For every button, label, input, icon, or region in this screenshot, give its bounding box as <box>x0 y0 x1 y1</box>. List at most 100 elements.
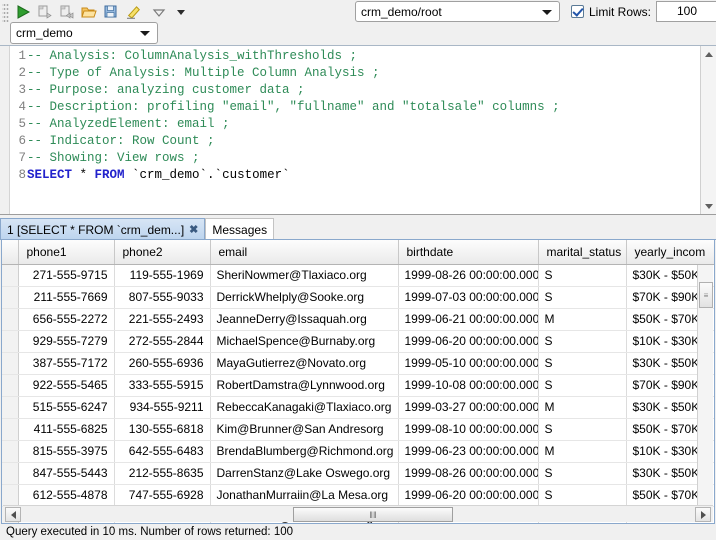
table-cell[interactable]: MayaGutierrez@Novato.org <box>210 352 398 374</box>
sql-editor[interactable]: 1-- Analysis: ColumnAnalysis_withThresho… <box>0 45 716 215</box>
result-grid[interactable]: phone1 phone2 email birthdate marital_st… <box>1 239 715 524</box>
table-row[interactable]: 815-555-3975642-555-6483BrendaBlumberg@R… <box>2 440 715 462</box>
table-cell[interactable]: 642-555-6483 <box>114 440 210 462</box>
table-cell[interactable]: M <box>538 440 626 462</box>
table-row[interactable]: 612-555-4878747-555-6928JonathanMurraiin… <box>2 484 715 506</box>
column-header-email[interactable]: email <box>210 240 398 264</box>
scroll-up-button[interactable] <box>701 46 716 62</box>
table-cell[interactable]: DarrenStanz@Lake Oswego.org <box>210 462 398 484</box>
scroll-right-button[interactable] <box>695 507 711 522</box>
table-cell[interactable]: 656-555-2272 <box>18 308 114 330</box>
column-header-marital-status[interactable]: marital_status <box>538 240 626 264</box>
row-selector-cell[interactable] <box>2 308 18 330</box>
row-selector-cell[interactable] <box>2 484 18 506</box>
editor-vertical-scrollbar[interactable] <box>700 46 716 214</box>
table-cell[interactable]: 515-555-6247 <box>18 396 114 418</box>
table-cell[interactable]: 211-555-7669 <box>18 286 114 308</box>
table-cell[interactable]: 119-555-1969 <box>114 264 210 286</box>
table-cell[interactable]: 333-555-5915 <box>114 374 210 396</box>
table-cell[interactable]: 934-555-9211 <box>114 396 210 418</box>
close-icon[interactable]: ✖ <box>189 223 198 236</box>
database-select[interactable]: crm_demo <box>10 22 158 44</box>
table-cell[interactable]: 271-555-9715 <box>18 264 114 286</box>
table-cell[interactable]: 212-555-8635 <box>114 462 210 484</box>
table-cell[interactable]: 1999-05-10 00:00:00.000 <box>398 352 538 374</box>
table-cell[interactable]: S <box>538 352 626 374</box>
table-cell[interactable]: 1999-06-20 00:00:00.000 <box>398 330 538 352</box>
table-cell[interactable]: S <box>538 462 626 484</box>
execute-step-button[interactable] <box>34 1 56 23</box>
table-cell[interactable]: S <box>538 418 626 440</box>
table-row[interactable]: 929-555-7279272-555-2844MichaelSpence@Bu… <box>2 330 715 352</box>
column-header-phone1[interactable]: phone1 <box>18 240 114 264</box>
table-cell[interactable]: 815-555-3975 <box>18 440 114 462</box>
clear-editor-button[interactable] <box>122 1 144 23</box>
table-cell[interactable]: 1999-08-26 00:00:00.000 <box>398 462 538 484</box>
table-cell[interactable]: 1999-07-03 00:00:00.000 <box>398 286 538 308</box>
column-header-birthdate[interactable]: birthdate <box>398 240 538 264</box>
table-cell[interactable]: S <box>538 286 626 308</box>
execute-rewind-button[interactable] <box>56 1 78 23</box>
table-cell[interactable]: 1999-06-20 00:00:00.000 <box>398 484 538 506</box>
table-cell[interactable]: S <box>538 264 626 286</box>
grid-horizontal-scrollbar[interactable]: ‖‖ <box>3 505 713 522</box>
table-row[interactable]: 411-555-6825130-555-6818Kim@Brunner@San … <box>2 418 715 440</box>
connection-select[interactable]: crm_demo/root <box>355 1 560 22</box>
table-cell[interactable]: M <box>538 396 626 418</box>
table-cell[interactable]: Kim@Brunner@San Andresorg <box>210 418 398 440</box>
tab-messages[interactable]: Messages <box>205 218 274 240</box>
table-cell[interactable]: M <box>538 308 626 330</box>
sql-code-area[interactable]: 1-- Analysis: ColumnAnalysis_withThresho… <box>10 48 699 214</box>
table-cell[interactable]: 130-555-6818 <box>114 418 210 440</box>
grid-vertical-scrollbar[interactable]: ≡ <box>697 265 713 505</box>
table-cell[interactable]: 221-555-2493 <box>114 308 210 330</box>
table-row[interactable]: 922-555-5465333-555-5915RobertDamstra@Ly… <box>2 374 715 396</box>
table-cell[interactable]: 1999-06-23 00:00:00.000 <box>398 440 538 462</box>
table-cell[interactable]: 411-555-6825 <box>18 418 114 440</box>
table-cell[interactable]: S <box>538 374 626 396</box>
row-selector-cell[interactable] <box>2 264 18 286</box>
table-cell[interactable]: 807-555-9033 <box>114 286 210 308</box>
table-cell[interactable]: SheriNowmer@Tlaxiaco.org <box>210 264 398 286</box>
table-cell[interactable]: 922-555-5465 <box>18 374 114 396</box>
table-cell[interactable]: 1999-06-21 00:00:00.000 <box>398 308 538 330</box>
table-cell[interactable]: 929-555-7279 <box>18 330 114 352</box>
table-cell[interactable]: RobertDamstra@Lynnwood.org <box>210 374 398 396</box>
column-header-yearly-income[interactable]: yearly_incom <box>626 240 715 264</box>
row-selector-cell[interactable] <box>2 286 18 308</box>
table-cell[interactable]: 847-555-5443 <box>18 462 114 484</box>
save-file-button[interactable] <box>100 1 122 23</box>
row-selector-cell[interactable] <box>2 462 18 484</box>
table-cell[interactable]: 272-555-2844 <box>114 330 210 352</box>
table-row[interactable]: 847-555-5443212-555-8635DarrenStanz@Lake… <box>2 462 715 484</box>
table-cell[interactable]: 1999-08-10 00:00:00.000 <box>398 418 538 440</box>
grid-hscroll-thumb[interactable]: ‖‖ <box>293 507 453 522</box>
row-selector-cell[interactable] <box>2 374 18 396</box>
limit-rows-checkbox[interactable] <box>571 5 584 18</box>
table-cell[interactable]: 260-555-6936 <box>114 352 210 374</box>
execute-sql-button[interactable] <box>12 1 34 23</box>
limit-rows-input[interactable]: 100 <box>656 1 716 22</box>
more-options-button[interactable] <box>170 1 192 23</box>
grid-vscroll-thumb[interactable]: ≡ <box>699 282 713 308</box>
toolbar-drag-grip[interactable] <box>2 2 9 22</box>
table-cell[interactable]: 1999-03-27 00:00:00.000 <box>398 396 538 418</box>
row-selector-cell[interactable] <box>2 418 18 440</box>
row-selector-header[interactable] <box>2 240 18 264</box>
table-row[interactable]: 656-555-2272221-555-2493JeanneDerry@Issa… <box>2 308 715 330</box>
table-cell[interactable]: 387-555-7172 <box>18 352 114 374</box>
table-cell[interactable]: S <box>538 484 626 506</box>
table-cell[interactable]: BrendaBlumberg@Richmond.org <box>210 440 398 462</box>
table-cell[interactable]: 747-555-6928 <box>114 484 210 506</box>
table-cell[interactable]: DerrickWhelply@Sooke.org <box>210 286 398 308</box>
table-row[interactable]: 271-555-9715119-555-1969SheriNowmer@Tlax… <box>2 264 715 286</box>
table-cell[interactable]: JeanneDerry@Issaquah.org <box>210 308 398 330</box>
history-dropdown-button[interactable] <box>148 1 170 23</box>
table-row[interactable]: 387-555-7172260-555-6936MayaGutierrez@No… <box>2 352 715 374</box>
row-selector-cell[interactable] <box>2 330 18 352</box>
row-selector-cell[interactable] <box>2 440 18 462</box>
table-cell[interactable]: JonathanMurraiin@La Mesa.org <box>210 484 398 506</box>
column-header-phone2[interactable]: phone2 <box>114 240 210 264</box>
table-cell[interactable]: RebeccaKanagaki@Tlaxiaco.org <box>210 396 398 418</box>
row-selector-cell[interactable] <box>2 352 18 374</box>
